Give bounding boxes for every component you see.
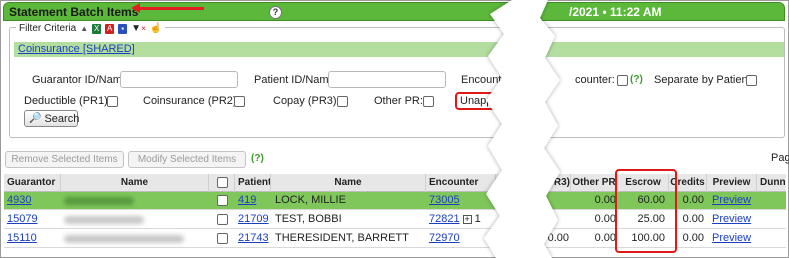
encounter-cell: 72970	[429, 230, 489, 248]
encounter-cell: 73005	[429, 192, 489, 210]
deductible-checkbox[interactable]	[107, 96, 118, 107]
other-pr-label: Other PR:	[374, 95, 423, 107]
patient-id-cell: 21743	[238, 230, 270, 248]
guarantor-link[interactable]: 15110	[7, 232, 37, 244]
help-icon[interactable]: (?)	[251, 153, 264, 164]
encounter-link[interactable]: 72970	[429, 232, 460, 244]
preview-cell: Preview	[712, 192, 757, 210]
patient-name-cell: THERESIDENT, BARRETT	[275, 232, 409, 244]
pr3-cell	[541, 211, 569, 229]
guarantor-label: Guarantor ID/Name:	[32, 74, 132, 86]
col-select	[209, 174, 235, 192]
search-button-label: Search	[44, 112, 80, 125]
page-label: Pag	[771, 152, 789, 164]
preview-link[interactable]: Preview	[712, 213, 751, 225]
filter-legend-label: Filter Criteria	[19, 23, 77, 34]
col-guarantor[interactable]: Guarantor	[4, 174, 61, 192]
patient-id-cell: 419	[238, 192, 268, 210]
pr3-cell	[541, 192, 569, 210]
col-name[interactable]: Name	[61, 174, 209, 192]
annotation-box-escrow	[615, 169, 677, 253]
col-pr3[interactable]: PR3)	[541, 174, 571, 192]
preview-cell: Preview	[712, 230, 757, 248]
hand-icon[interactable]: ☝	[150, 23, 162, 34]
patient-id-cell: 21709	[238, 211, 270, 229]
other-pr-cell: 0.00	[594, 213, 616, 225]
title-bar: Statement Batch Items ? /2021 • 11:22 AM	[3, 2, 785, 21]
save-icon[interactable]: ▪	[118, 23, 128, 34]
help-icon[interactable]: (?)	[630, 74, 643, 85]
search-button[interactable]: 🔎 Search	[24, 110, 80, 127]
expand-icon[interactable]: +	[462, 214, 472, 224]
patient-link[interactable]: 21743	[238, 232, 269, 244]
pr3-cell: 0.00	[547, 232, 569, 244]
patient-label: Patient ID/Name:	[254, 74, 338, 86]
coinsurance-label: Coinsurance (PR2):	[143, 95, 240, 107]
annotation-box-unapplied	[455, 92, 503, 110]
collapse-icon[interactable]: ▲	[80, 24, 88, 33]
col-patient-name[interactable]: Name	[271, 174, 426, 192]
encounter-count: 1	[474, 213, 481, 225]
patient-name-cell: LOCK, MILLIE	[275, 194, 346, 206]
guarantor-input[interactable]	[120, 71, 238, 88]
encounter-link[interactable]: 73005	[429, 194, 460, 206]
col-preview[interactable]: Preview	[707, 174, 757, 192]
col-dunning[interactable]: Dunning	[757, 174, 786, 192]
patient-name-cell: TEST, BOBBI	[275, 213, 342, 225]
col-patient[interactable]: Patient	[235, 174, 271, 192]
redacted-name	[64, 216, 144, 224]
copay-label: Copay (PR3):	[273, 95, 340, 107]
encounter-link[interactable]: 72821	[429, 213, 460, 225]
row-checkbox[interactable]	[217, 233, 228, 244]
pdf-icon[interactable]: A	[105, 23, 115, 34]
page-title: Statement Batch Items	[9, 5, 139, 19]
preview-link[interactable]: Preview	[712, 194, 751, 206]
copay-checkbox[interactable]	[337, 96, 348, 107]
other-pr-checkbox[interactable]	[423, 96, 434, 107]
guarantor-id-cell: 15110	[7, 230, 59, 248]
col-other-pr[interactable]: Other PR	[571, 174, 618, 192]
excel-icon[interactable]: X	[92, 23, 102, 34]
datetime-display: /2021 • 11:22 AM	[569, 5, 662, 19]
deductible-label: Deductible (PR1):	[24, 95, 111, 107]
modify-selected-button[interactable]: Modify Selected Items	[128, 151, 246, 168]
annotation-arrow	[131, 3, 204, 13]
search-icon: 🔎	[29, 113, 42, 124]
shared-filter-link[interactable]: Coinsurance [SHARED]	[18, 43, 135, 55]
guarantor-id-cell: 4930	[7, 192, 59, 210]
separate-by-patient-label: Separate by Patient:	[654, 74, 754, 86]
help-icon[interactable]: ?	[269, 6, 282, 19]
encounter-label: Encounte	[461, 74, 508, 86]
coinsurance-checkbox[interactable]	[234, 96, 245, 107]
separate-by-patient-checkbox[interactable]	[746, 75, 757, 86]
clear-filter-icon[interactable]: ▼×	[131, 23, 146, 34]
other-pr-cell: 0.00	[594, 232, 616, 244]
patient-input[interactable]	[328, 71, 446, 88]
remove-selected-button[interactable]: Remove Selected Items	[5, 151, 124, 168]
other-pr-cell: 0.00	[594, 194, 616, 206]
guarantor-link[interactable]: 4930	[7, 194, 31, 206]
shared-filter-bar: Coinsurance [SHARED]	[14, 42, 784, 57]
redacted-name	[64, 197, 134, 205]
guarantor-id-cell: 15079	[7, 211, 59, 229]
redacted-name	[64, 235, 184, 243]
patient-link[interactable]: 419	[238, 194, 256, 206]
preview-link[interactable]: Preview	[712, 232, 751, 244]
col-encounter[interactable]: Encounter	[426, 174, 496, 192]
counter-checkbox[interactable]	[617, 75, 628, 86]
preview-cell: Preview	[712, 211, 757, 229]
guarantor-link[interactable]: 15079	[7, 213, 38, 225]
row-checkbox[interactable]	[217, 214, 228, 225]
encounter-cell: 72821 + 1	[429, 211, 489, 229]
counter-label: counter:	[575, 74, 615, 86]
filter-legend: Filter Criteria ▲ X A ▪ ▼× ☝	[16, 23, 166, 34]
patient-link[interactable]: 21709	[238, 213, 269, 225]
select-all-checkbox[interactable]	[217, 177, 228, 188]
row-checkbox[interactable]	[217, 195, 228, 206]
